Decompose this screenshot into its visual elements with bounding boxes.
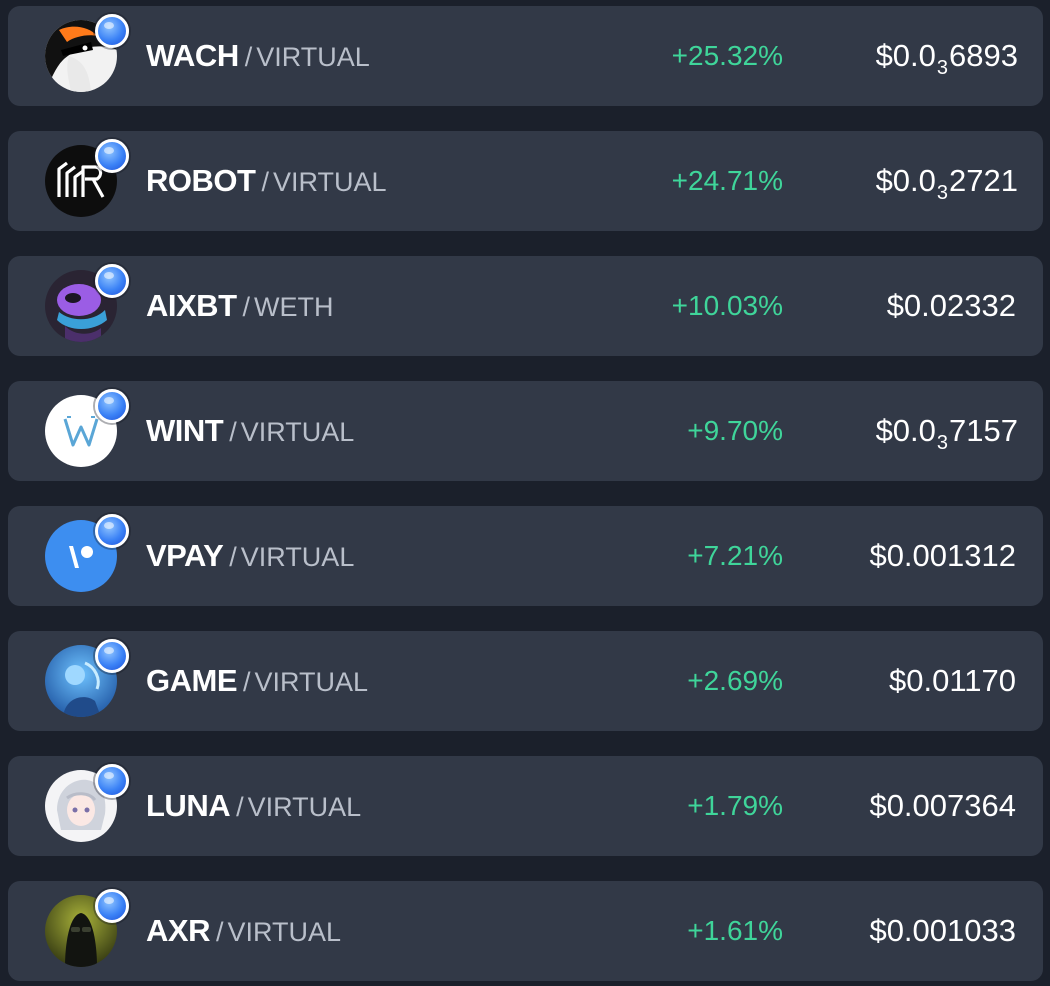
token-row-aixbt[interactable]: AIXBT / WETH +10.03% $0.02332 (8, 256, 1043, 356)
chain-badge-icon (95, 264, 129, 298)
chain-badge-icon (95, 139, 129, 173)
token-row-axr[interactable]: AXR / VIRTUAL +1.61% $0.001033 (8, 881, 1043, 981)
chain-badge-icon (95, 389, 129, 423)
pair-name: LUNA / VIRTUAL (146, 786, 361, 826)
price-change: +10.03% (671, 290, 783, 321)
price-prefix: $0.02332 (886, 288, 1016, 323)
token-symbol: LUNA (146, 788, 231, 823)
token-pair-list: WACH / VIRTUAL +25.32% $0.036893 ROBOT /… (8, 6, 1043, 986)
quote-token: WETH (254, 292, 334, 322)
chain-badge-icon (95, 514, 129, 548)
pair-name: WINT / VIRTUAL (146, 411, 354, 451)
token-avatar (45, 889, 129, 969)
token-symbol: WINT (146, 413, 224, 448)
quote-token: VIRTUAL (256, 42, 370, 72)
token-avatar (45, 764, 129, 844)
pair-name: WACH / VIRTUAL (146, 36, 370, 76)
pair-name: ROBOT / VIRTUAL (146, 161, 387, 201)
quote-token: VIRTUAL (227, 917, 342, 947)
chain-badge-icon (95, 764, 129, 798)
price-change: +2.69% (687, 665, 783, 696)
price-zero-count: 3 (936, 432, 949, 454)
token-row-wach[interactable]: WACH / VIRTUAL +25.32% $0.036893 (8, 6, 1043, 106)
price-change: +25.32% (671, 40, 783, 71)
pair-separator: / (215, 917, 224, 947)
chain-badge-icon (95, 14, 129, 48)
price-change: +1.79% (687, 790, 783, 821)
token-row-luna[interactable]: LUNA / VIRTUAL +1.79% $0.007364 (8, 756, 1043, 856)
price-change: +9.70% (687, 415, 783, 446)
token-price: $0.007364 (869, 786, 1018, 826)
chain-badge-icon (95, 889, 129, 923)
quote-token: VIRTUAL (240, 417, 355, 447)
token-avatar (45, 139, 129, 219)
quote-token: VIRTUAL (240, 542, 355, 572)
token-symbol: AIXBT (146, 288, 237, 323)
price-prefix: $0.001033 (869, 913, 1016, 948)
token-symbol: ROBOT (146, 163, 256, 198)
token-avatar (45, 264, 129, 344)
token-avatar (45, 514, 129, 594)
token-avatar (45, 14, 129, 94)
pair-separator: / (229, 417, 237, 447)
token-price: $0.001312 (869, 536, 1018, 576)
price-prefix: $0.007364 (869, 788, 1016, 823)
quote-token: VIRTUAL (247, 792, 362, 822)
pair-name: AIXBT / WETH (146, 286, 334, 326)
pair-name: GAME / VIRTUAL (146, 661, 368, 701)
token-price: $0.032721 (875, 161, 1018, 204)
token-price: $0.037157 (875, 411, 1018, 454)
token-price: $0.02332 (887, 286, 1018, 326)
token-symbol: WACH (146, 38, 239, 73)
price-prefix: $0.01170 (889, 663, 1016, 698)
quote-token: VIRTUAL (254, 667, 369, 697)
price-digits: 2721 (949, 163, 1018, 198)
token-avatar (45, 389, 129, 469)
chain-badge-icon (95, 639, 129, 673)
price-zero-count: 3 (936, 182, 949, 204)
pair-separator: / (261, 167, 269, 197)
token-symbol: AXR (146, 913, 210, 948)
price-prefix: $0.0 (875, 38, 936, 73)
token-avatar (45, 639, 129, 719)
pair-separator: / (242, 292, 251, 322)
price-change: +7.21% (687, 540, 783, 571)
pair-separator: / (229, 542, 237, 572)
quote-token: VIRTUAL (272, 167, 387, 197)
token-symbol: GAME (146, 663, 238, 698)
pair-separator: / (243, 667, 251, 697)
price-change: +1.61% (687, 915, 783, 946)
price-digits: 7157 (949, 413, 1018, 448)
pair-name: AXR / VIRTUAL (146, 911, 341, 951)
token-price: $0.01170 (889, 661, 1018, 701)
token-row-game[interactable]: GAME / VIRTUAL +2.69% $0.01170 (8, 631, 1043, 731)
price-prefix: $0.0 (875, 163, 936, 198)
pair-separator: / (236, 792, 244, 822)
token-row-robot[interactable]: ROBOT / VIRTUAL +24.71% $0.032721 (8, 131, 1043, 231)
price-zero-count: 3 (936, 57, 949, 79)
price-digits: 6893 (949, 38, 1018, 73)
pair-name: VPAY / VIRTUAL (146, 536, 354, 576)
token-symbol: VPAY (146, 538, 224, 573)
token-price: $0.001033 (869, 911, 1018, 951)
token-price: $0.036893 (875, 36, 1018, 79)
price-prefix: $0.001312 (869, 538, 1016, 573)
pair-separator: / (244, 42, 253, 72)
token-row-wint[interactable]: WINT / VIRTUAL +9.70% $0.037157 (8, 381, 1043, 481)
price-prefix: $0.0 (875, 413, 936, 448)
price-change: +24.71% (671, 165, 783, 196)
token-row-vpay[interactable]: VPAY / VIRTUAL +7.21% $0.001312 (8, 506, 1043, 606)
